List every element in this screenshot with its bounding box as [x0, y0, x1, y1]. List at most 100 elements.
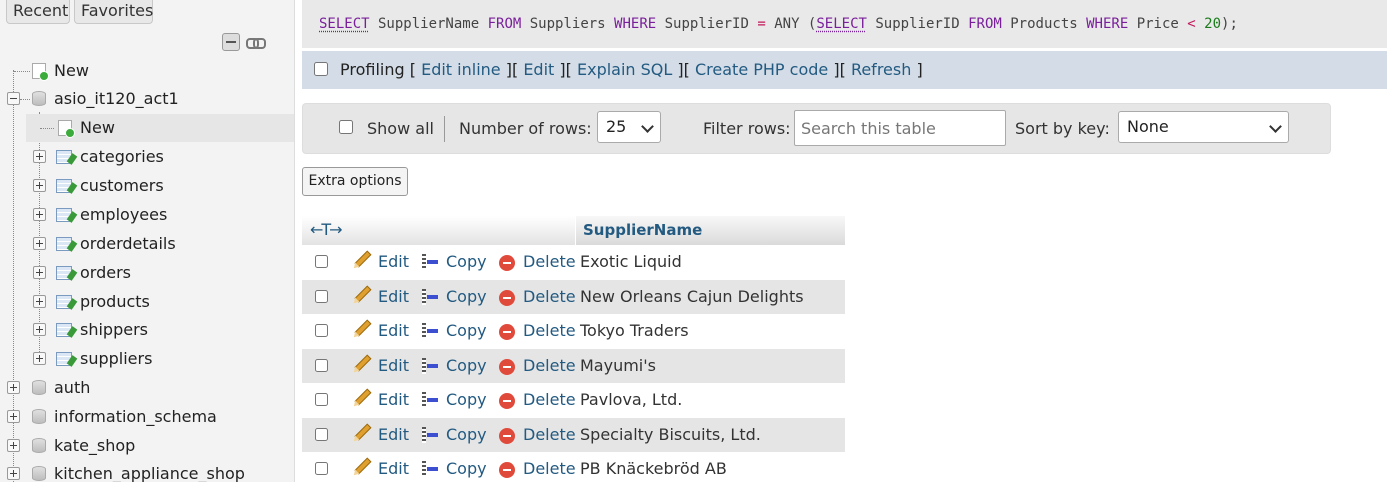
edit-link[interactable]: Edit — [378, 425, 409, 444]
collapse-icon[interactable] — [7, 92, 20, 105]
delete-icon[interactable] — [499, 358, 515, 375]
delete-link[interactable]: Delete — [523, 321, 576, 340]
expand-icon[interactable] — [33, 150, 46, 163]
tree-item-database[interactable]: kitchen_appliance_shop — [0, 460, 294, 482]
edit-link[interactable]: Edit — [378, 356, 409, 375]
delete-link[interactable]: Delete — [523, 390, 576, 409]
refresh-link[interactable]: Refresh — [851, 60, 911, 79]
supplier-name-cell[interactable]: Pavlova, Ltd. — [580, 390, 682, 409]
edit-query-link[interactable]: Edit — [523, 60, 554, 79]
copy-link[interactable]: Copy — [446, 287, 487, 306]
pencil-icon[interactable] — [354, 250, 372, 268]
table-label[interactable]: products — [80, 292, 150, 311]
filter-rows-input[interactable] — [794, 110, 1006, 146]
copy-icon[interactable] — [422, 323, 438, 339]
supplier-name-cell[interactable]: Mayumi's — [580, 356, 656, 375]
pencil-icon[interactable] — [354, 423, 372, 440]
expand-icon[interactable] — [33, 295, 46, 308]
tree-item-table[interactable]: suppliers — [0, 345, 294, 373]
tree-item-table[interactable]: customers — [0, 172, 294, 200]
row-checkbox[interactable] — [315, 393, 328, 406]
edit-inline-link[interactable]: Edit inline — [421, 60, 501, 79]
table-label[interactable]: employees — [80, 205, 167, 224]
delete-icon[interactable] — [499, 462, 515, 478]
tab-favorites[interactable]: Favorites — [74, 0, 153, 24]
create-php-code-link[interactable]: Create PHP code — [695, 60, 828, 79]
delete-icon[interactable] — [499, 393, 515, 409]
extra-options-button[interactable]: Extra options — [302, 167, 408, 196]
expand-icon[interactable] — [33, 266, 46, 279]
supplier-name-cell[interactable]: PB Knäckebröd AB — [580, 459, 727, 478]
sql-keyword[interactable]: SELECT — [319, 16, 370, 32]
supplier-name-cell[interactable]: New Orleans Cajun Delights — [580, 287, 804, 306]
copy-icon[interactable] — [422, 288, 438, 305]
expand-icon[interactable] — [7, 439, 20, 452]
row-checkbox[interactable] — [315, 324, 328, 337]
explain-sql-link[interactable]: Explain SQL — [577, 60, 672, 79]
delete-link[interactable]: Delete — [523, 252, 576, 271]
supplier-name-cell[interactable]: Tokyo Traders — [580, 321, 689, 340]
row-checkbox[interactable] — [315, 462, 328, 475]
expand-icon[interactable] — [33, 237, 46, 250]
delete-icon[interactable] — [499, 427, 515, 444]
table-label[interactable]: categories — [80, 147, 164, 166]
supplier-name-cell[interactable]: Exotic Liquid — [580, 252, 682, 271]
row-checkbox[interactable] — [315, 255, 328, 268]
tree-item-table[interactable]: products — [0, 288, 294, 316]
link-with-main-panel-icon[interactable] — [246, 36, 266, 49]
pencil-icon[interactable] — [354, 457, 372, 475]
edit-link[interactable]: Edit — [378, 390, 409, 409]
edit-link[interactable]: Edit — [378, 459, 409, 478]
tree-item-database[interactable]: auth — [0, 374, 294, 402]
expand-icon[interactable] — [33, 352, 46, 365]
row-checkbox[interactable] — [315, 358, 328, 372]
pencil-icon[interactable] — [354, 319, 372, 337]
table-label[interactable]: orders — [80, 263, 131, 282]
row-checkbox[interactable] — [315, 427, 328, 441]
copy-link[interactable]: Copy — [446, 459, 487, 478]
tree-item-database-asio[interactable]: asio_it120_act1 — [0, 85, 294, 113]
number-of-rows-select[interactable]: 25 — [597, 111, 661, 143]
tree-item-table[interactable]: orderdetails — [0, 230, 294, 258]
expand-icon[interactable] — [7, 467, 20, 480]
copy-icon[interactable] — [422, 426, 438, 443]
pencil-icon[interactable] — [354, 354, 372, 371]
table-label[interactable]: orderdetails — [80, 234, 176, 253]
database-label[interactable]: auth — [54, 378, 90, 397]
tree-item-label[interactable]: New — [80, 118, 115, 137]
copy-icon[interactable] — [422, 357, 438, 374]
tree-item-database[interactable]: kate_shop — [0, 432, 294, 460]
row-checkbox[interactable] — [315, 289, 328, 303]
expand-icon[interactable] — [33, 323, 46, 336]
collapse-all-icon[interactable] — [222, 33, 240, 51]
copy-icon[interactable] — [422, 461, 438, 477]
pencil-icon[interactable] — [354, 388, 372, 406]
tree-item-label[interactable]: New — [54, 61, 89, 80]
tree-item-new-table[interactable]: New — [26, 114, 294, 142]
column-header-suppliername[interactable]: SupplierName — [575, 216, 845, 245]
delete-icon[interactable] — [499, 255, 515, 271]
column-toggle-arrows-icon[interactable]: ←T→ — [310, 220, 343, 239]
profiling-checkbox[interactable] — [314, 62, 328, 76]
expand-icon[interactable] — [33, 208, 46, 221]
tree-item-table[interactable]: shippers — [0, 316, 294, 344]
table-label[interactable]: shippers — [80, 320, 148, 339]
pencil-icon[interactable] — [354, 285, 372, 302]
expand-icon[interactable] — [33, 179, 46, 192]
copy-link[interactable]: Copy — [446, 321, 487, 340]
copy-link[interactable]: Copy — [446, 356, 487, 375]
delete-icon[interactable] — [499, 324, 515, 340]
copy-icon[interactable] — [422, 254, 438, 270]
delete-icon[interactable] — [499, 289, 515, 306]
tab-recent[interactable]: Recent — [6, 0, 70, 24]
table-label[interactable]: customers — [80, 176, 164, 195]
edit-link[interactable]: Edit — [378, 287, 409, 306]
copy-link[interactable]: Copy — [446, 425, 487, 444]
copy-link[interactable]: Copy — [446, 252, 487, 271]
delete-link[interactable]: Delete — [523, 459, 576, 478]
edit-link[interactable]: Edit — [378, 321, 409, 340]
database-label[interactable]: kitchen_appliance_shop — [54, 464, 245, 482]
delete-link[interactable]: Delete — [523, 287, 576, 306]
tree-item-table[interactable]: employees — [0, 201, 294, 229]
database-label[interactable]: kate_shop — [54, 436, 135, 455]
